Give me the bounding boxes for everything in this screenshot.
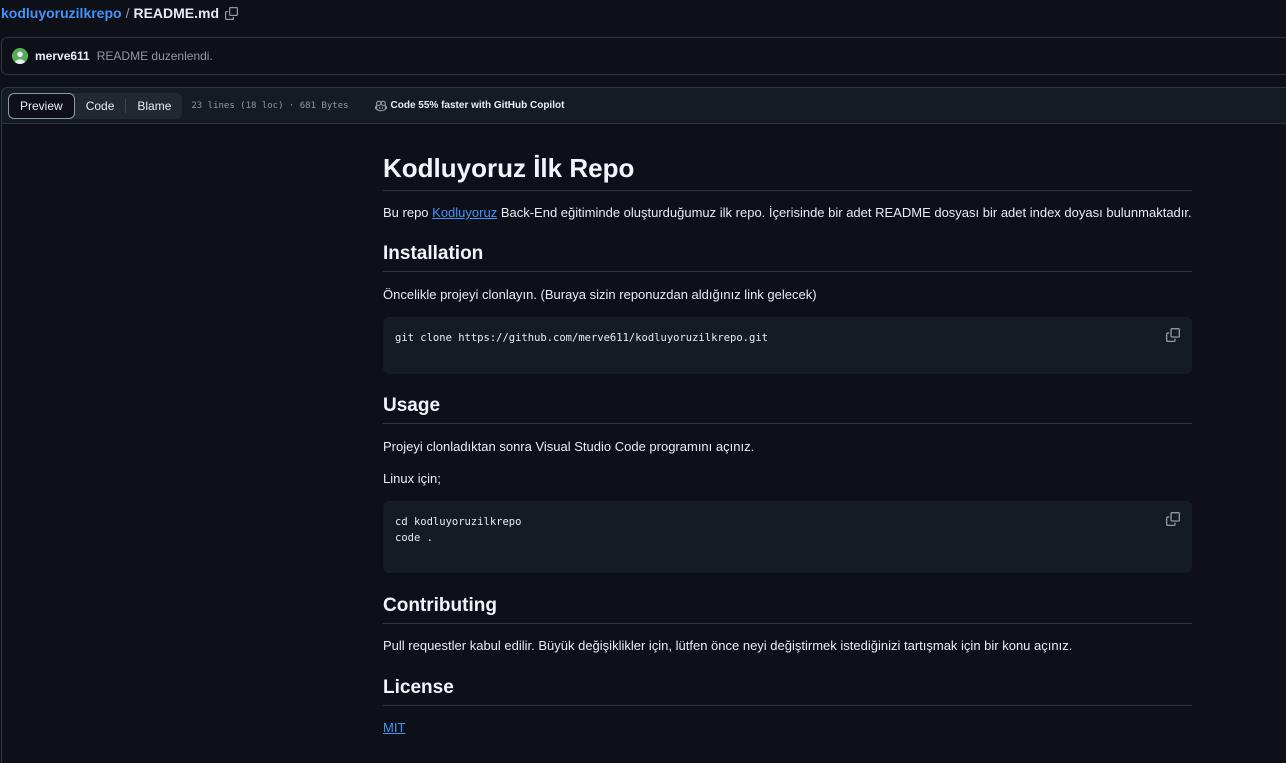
kodluyoruz-link[interactable]: Kodluyoruz [432,205,497,220]
commit-message[interactable]: README duzenlendi. [97,49,213,63]
copilot-promo-text: Code 55% faster with GitHub Copilot [390,100,565,111]
copy-code-icon[interactable] [1166,512,1180,526]
installation-heading: Installation [383,243,1192,272]
breadcrumb: kodluyoruzilkrepo / README.md [1,3,239,23]
usage-linux-text: Linux için; [383,471,441,486]
installation-code-block: git clone https://github.com/merve611/ko… [383,317,1192,374]
intro-paragraph: Bu repo Kodluyoruz Back-End eğitiminde o… [383,204,1192,222]
readme-container: Kodluyoruz İlk Repo Bu repo Kodluyoruz B… [1,123,1286,763]
tab-preview[interactable]: Preview [8,92,75,119]
usage-code-block: cd kodluyoruzilkrepo code . [383,501,1192,573]
intro-text-after: Back-End eğitiminde oluşturduğumuz ilk r… [497,205,1192,220]
license-heading: License [383,677,1192,706]
usage-text: Projeyi clonladıktan sonra Visual Studio… [383,439,755,454]
copy-path-icon[interactable] [225,6,239,20]
mit-license-link[interactable]: MIT [383,720,405,735]
contributing-heading: Contributing [383,595,1192,624]
intro-text-before: Bu repo [383,205,433,220]
tab-blame[interactable]: Blame [126,93,182,119]
file-info: 23 lines (18 loc) · 681 Bytes [191,100,349,111]
avatar[interactable] [12,48,28,64]
copy-code-icon[interactable] [1166,328,1180,342]
license-paragraph: MIT [383,719,405,737]
tab-code[interactable]: Code [75,93,126,119]
breadcrumb-file-name: README.md [133,5,220,21]
contributing-text: Pull requestler kabul edilir. Büyük deği… [383,638,1073,653]
latest-commit-bar: merve611 README duzenlendi. [1,37,1286,75]
view-mode-switcher: Preview Code Blame [8,92,183,119]
breadcrumb-separator: / [125,5,130,21]
commit-author[interactable]: merve611 [35,49,90,63]
readme-title: Kodluyoruz İlk Repo [383,153,1192,191]
usage-heading: Usage [383,395,1192,424]
copilot-icon [374,100,387,111]
file-header: Preview Code Blame 23 lines (18 loc) · 6… [1,87,1286,124]
installation-code: git clone https://github.com/merve611/ko… [395,332,768,344]
breadcrumb-repo-link[interactable]: kodluyoruzilkrepo [1,5,122,21]
installation-text: Öncelikle projeyi clonlayın. (Buraya siz… [383,287,817,302]
usage-code: cd kodluyoruzilkrepo code . [395,516,522,544]
copilot-promo-link[interactable]: Code 55% faster with GitHub Copilot [374,100,565,112]
